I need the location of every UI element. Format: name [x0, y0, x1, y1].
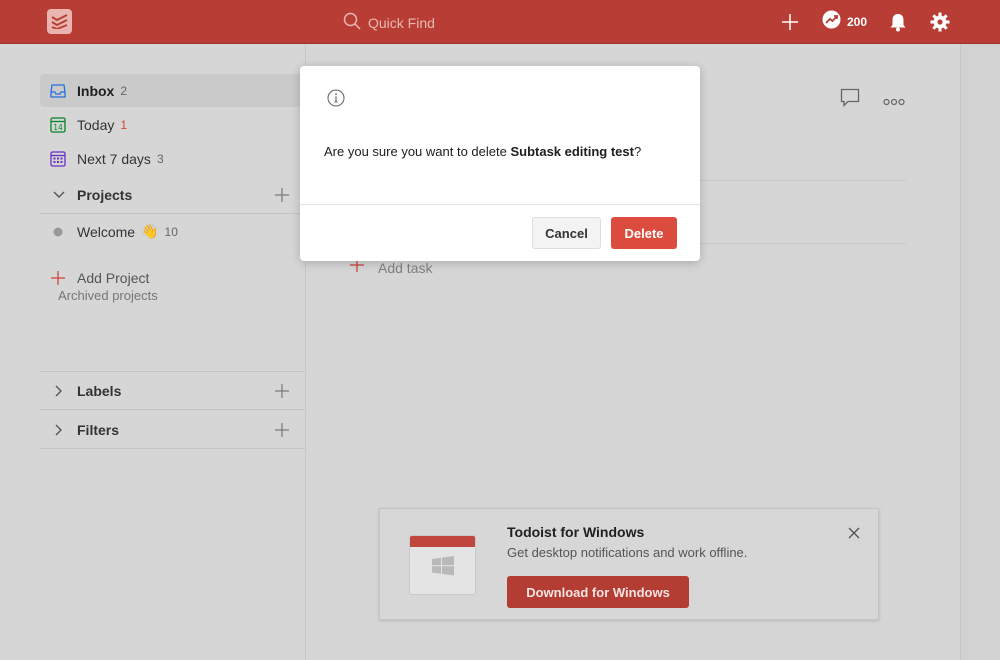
delete-confirm-dialog: Are you sure you want to delete Subtask …	[300, 66, 700, 261]
download-for-windows-button[interactable]: Download for Windows	[507, 576, 689, 608]
dialog-message-prefix: Are you sure you want to delete	[324, 144, 511, 159]
svg-text:14: 14	[53, 123, 63, 132]
chevron-down-icon[interactable]	[52, 188, 66, 202]
dialog-task-name: Subtask editing test	[510, 144, 634, 159]
chevron-right-icon[interactable]	[52, 384, 66, 398]
task-divider	[680, 243, 906, 244]
karma-button[interactable]: 200	[822, 10, 867, 34]
sidebar-item-label: Inbox	[77, 82, 115, 99]
add-filter-plus-icon[interactable]	[275, 423, 289, 442]
search-icon	[343, 12, 361, 35]
calendar-week-icon	[50, 150, 66, 167]
sidebar-item-label: Welcome	[77, 223, 136, 240]
add-project-plus-icon[interactable]	[275, 188, 289, 207]
windows-logo-icon	[432, 556, 454, 581]
chevron-right-icon[interactable]	[52, 423, 66, 437]
wave-emoji: 👋	[141, 223, 159, 239]
quick-find-search[interactable]: Quick Find	[343, 12, 435, 34]
today-count: 1	[120, 117, 128, 132]
dialog-divider	[300, 204, 700, 205]
calendar-today-icon: 14	[50, 116, 66, 133]
sidebar-item-next-7-days[interactable]: Next 7 days 3	[40, 142, 305, 175]
plus-icon	[50, 270, 66, 286]
comment-icon[interactable]	[840, 88, 860, 112]
inbox-count: 2	[120, 83, 128, 98]
add-icon[interactable]	[781, 10, 799, 34]
next7-count: 3	[156, 151, 164, 166]
welcome-count: 10	[164, 224, 178, 239]
sidebar-item-label: Next 7 days	[77, 150, 151, 167]
info-icon	[327, 89, 345, 112]
bell-icon[interactable]	[889, 10, 907, 34]
right-gutter	[960, 44, 1000, 660]
inbox-icon	[50, 83, 66, 99]
close-icon[interactable]	[848, 526, 860, 544]
projects-label: Projects	[77, 186, 133, 203]
project-dot-icon	[50, 224, 66, 240]
filters-label: Filters	[77, 421, 120, 438]
dialog-message: Are you sure you want to delete Subtask …	[324, 144, 641, 159]
cancel-button[interactable]: Cancel	[532, 217, 601, 249]
projects-section-header[interactable]: Projects	[40, 176, 305, 214]
karma-count: 200	[847, 15, 868, 29]
sidebar-item-inbox[interactable]: Inbox 2	[40, 74, 305, 107]
add-label-plus-icon[interactable]	[275, 384, 289, 403]
dialog-message-suffix: ?	[633, 144, 642, 159]
labels-label: Labels	[77, 382, 122, 399]
promo-title: Todoist for Windows	[507, 524, 645, 540]
top-bar: Quick Find 200	[0, 0, 1000, 44]
add-project-label: Add Project	[77, 269, 150, 286]
gear-icon[interactable]	[930, 10, 950, 34]
labels-section-header[interactable]: Labels	[40, 372, 305, 410]
search-placeholder: Quick Find	[368, 15, 435, 31]
promo-subtitle: Get desktop notifications and work offli…	[507, 545, 748, 560]
windows-app-promo: Todoist for Windows Get desktop notifica…	[379, 508, 879, 620]
task-divider	[680, 180, 906, 181]
karma-icon	[822, 10, 841, 34]
sidebar-item-today[interactable]: 14 Today 1	[40, 108, 305, 141]
more-options-icon[interactable]	[883, 93, 905, 111]
filters-section-header[interactable]: Filters	[40, 411, 305, 449]
sidebar-item-welcome-project[interactable]: Welcome 👋 10	[40, 215, 305, 248]
add-task-label: Add task	[378, 259, 433, 276]
delete-button[interactable]: Delete	[611, 217, 677, 249]
windows-app-illustration	[409, 535, 476, 595]
archived-projects-link[interactable]: Archived projects	[58, 288, 158, 303]
sidebar-item-label: Today	[77, 116, 115, 133]
todoist-logo-icon[interactable]	[47, 9, 72, 34]
